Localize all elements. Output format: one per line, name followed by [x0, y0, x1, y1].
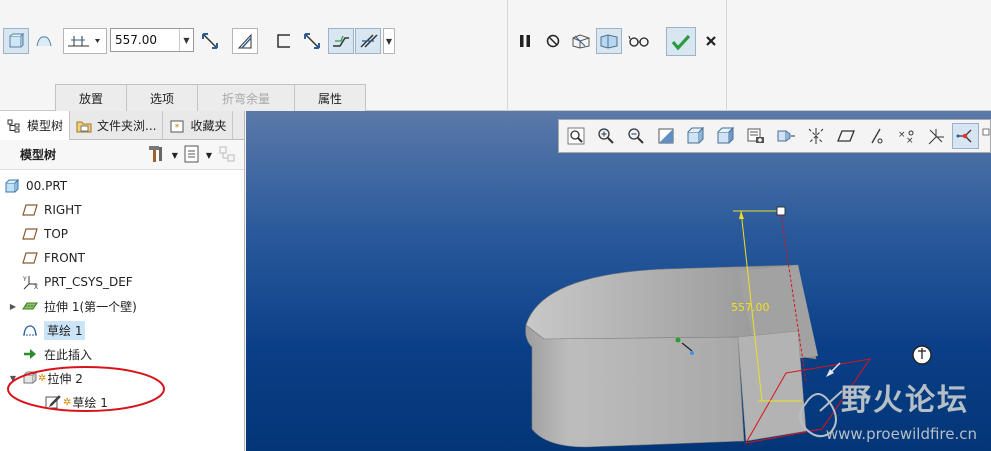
tab-label: 收藏夹	[190, 119, 227, 133]
svg-text:X: X	[34, 284, 38, 290]
datum-plane-icon	[22, 202, 38, 218]
tab-properties[interactable]: 属性	[294, 84, 366, 111]
tab-label: 文件夹浏...	[97, 119, 157, 133]
datum-plane-icon	[22, 250, 38, 266]
ok-icon[interactable]	[666, 27, 696, 56]
chevron-down-icon[interactable]: ▼	[383, 28, 395, 54]
tree-node-label: RIGHT	[44, 203, 82, 217]
svg-text:Y: Y	[22, 276, 27, 283]
depth-dimension-label[interactable]: 557.00	[731, 301, 770, 314]
navigator-panel: 模型树 文件夹浏... * 收藏夹 模型树 ▼ ▼ 00.PRT RIGHT T…	[0, 111, 245, 451]
flip-depth-icon[interactable]	[197, 28, 223, 54]
csys-icon: YX	[22, 274, 38, 290]
tree-node-label: 拉伸 1(第一个壁)	[44, 299, 137, 314]
tab-model-tree[interactable]: 模型树	[0, 111, 71, 140]
show-list-icon[interactable]	[184, 145, 200, 166]
tab-label: 模型树	[27, 119, 64, 133]
chevron-down-icon[interactable]: ▼	[206, 151, 212, 160]
preview-geometry-icon[interactable]	[568, 28, 594, 54]
tree-tools: ▼ ▼	[146, 144, 236, 167]
model-tree-header: 模型树 ▼ ▼	[0, 140, 244, 170]
verify-icon[interactable]	[626, 28, 652, 54]
chevron-down-icon[interactable]: ▼	[179, 29, 193, 51]
graphics-viewport[interactable]: × × 557.00 野火论坛 www.proewildfire.cn	[246, 111, 991, 451]
model-tree-title: 模型树	[20, 148, 57, 162]
remove-material-icon[interactable]	[355, 28, 381, 54]
sketch-icon	[22, 322, 38, 338]
favorites-icon: *	[169, 118, 185, 134]
flip-thickness-icon[interactable]	[299, 28, 325, 54]
tree-node-label: 在此插入	[44, 347, 93, 362]
tab-placement[interactable]: 放置	[55, 84, 127, 111]
tree-node-extrude1[interactable]: ▶ 拉伸 1(第一个壁)	[0, 294, 244, 318]
navigator-tabs: 模型树 文件夹浏... * 收藏夹	[0, 111, 244, 140]
tree-node-label: TOP	[44, 227, 69, 241]
part-icon	[4, 178, 20, 194]
solid-icon[interactable]	[3, 28, 29, 54]
tree-node-front[interactable]: FRONT	[0, 246, 244, 270]
datum-plane-icon	[22, 226, 38, 242]
depth-blind-icon[interactable]	[63, 28, 107, 54]
separator	[507, 0, 508, 111]
extrude-dashboard: ▼ ▼ 放置 选项 折弯余量 属性	[0, 0, 991, 111]
tree-node-label: 草绘 1	[44, 320, 86, 340]
model-tree-icon	[6, 118, 22, 134]
tree-node-label: FRONT	[44, 251, 85, 265]
tree-node-label: 00.PRT	[26, 179, 68, 193]
sheet-wall-icon[interactable]	[271, 28, 297, 54]
add-bend-icon[interactable]	[328, 28, 354, 54]
depth-value-field[interactable]: ▼	[110, 28, 194, 52]
annotation-ellipse	[7, 366, 165, 412]
watermark-title: 野火论坛	[841, 383, 969, 418]
feature-preview-icon[interactable]	[596, 28, 622, 54]
svg-text:*: *	[175, 123, 180, 133]
tab-folder-browser[interactable]: 文件夹浏...	[70, 111, 164, 140]
chevron-down-icon[interactable]: ▼	[172, 151, 178, 160]
watermark-url: www.proewildfire.cn	[825, 425, 977, 443]
tree-node-part[interactable]: 00.PRT	[0, 174, 244, 198]
separator	[726, 0, 727, 111]
tree-node-insert-here[interactable]: 在此插入	[0, 342, 244, 366]
first-wall-icon	[22, 298, 38, 314]
expand-icon[interactable]: ▶	[8, 302, 18, 311]
tab-options[interactable]: 选项	[126, 84, 198, 111]
tree-node-top[interactable]: TOP	[0, 222, 244, 246]
dashboard-tabs: 放置 选项 折弯余量 属性	[55, 84, 366, 111]
no-preview-icon[interactable]	[540, 28, 566, 54]
insert-here-icon	[22, 346, 38, 362]
tab-favorites[interactable]: * 收藏夹	[163, 111, 234, 140]
thicken-icon[interactable]	[232, 28, 258, 54]
folder-icon	[76, 118, 92, 134]
depth-value-input[interactable]	[111, 30, 179, 50]
tree-node-right[interactable]: RIGHT	[0, 198, 244, 222]
pause-icon[interactable]	[512, 28, 538, 54]
tree-node-sketch1[interactable]: 草绘 1	[0, 318, 244, 342]
surface-icon[interactable]	[31, 28, 57, 54]
tree-node-label: PRT_CSYS_DEF	[44, 275, 133, 289]
settings-hammer-icon[interactable]	[146, 144, 166, 167]
tree-filter-icon[interactable]	[218, 145, 236, 166]
tab-bend-allowance: 折弯余量	[197, 84, 295, 111]
cancel-icon[interactable]	[698, 28, 724, 54]
tree-node-csys[interactable]: YX PRT_CSYS_DEF	[0, 270, 244, 294]
